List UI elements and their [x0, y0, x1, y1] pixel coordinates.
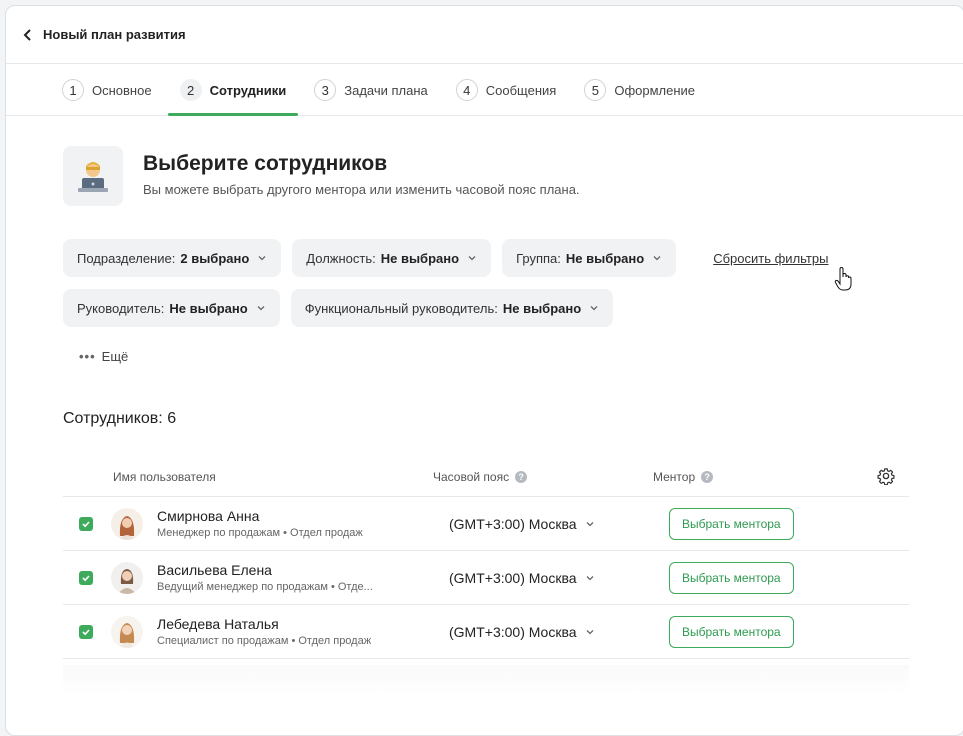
filter-functional-manager[interactable]: Функциональный руководитель: Не выбрано	[290, 289, 614, 327]
employee-name: Лебедева Наталья	[157, 616, 279, 632]
filter-label: Подразделение:	[77, 250, 176, 266]
filter-department[interactable]: Подразделение: 2 выбрано	[63, 239, 282, 277]
question-icon[interactable]: ?	[515, 471, 528, 483]
row-checkbox[interactable]	[79, 624, 93, 639]
row-checkbox[interactable]	[79, 516, 93, 531]
step-label: Сотрудники	[209, 82, 287, 98]
tab-step-2[interactable]: 2 Сотрудники	[167, 65, 299, 116]
header-mentor: Ментор	[653, 470, 696, 484]
timezone-select[interactable]: (GMT+3:00) Москва	[449, 570, 669, 586]
timezone-value: (GMT+3:00) Москва	[449, 623, 577, 640]
employee-name: Смирнова Анна	[157, 508, 260, 524]
timezone-select[interactable]: (GMT+3:00) Москва	[449, 516, 669, 532]
step-number: 1	[62, 79, 84, 101]
table-fade	[63, 665, 909, 695]
chevron-down-icon	[256, 303, 266, 313]
filter-position[interactable]: Должность: Не выбрано	[292, 239, 492, 277]
chevron-down-icon	[585, 627, 595, 637]
table-header: Имя пользователя Часовой пояс ? Ментор ?	[63, 458, 909, 497]
question-icon[interactable]: ?	[701, 471, 714, 483]
table-row: Лебедева Наталья Специалист по продажам …	[63, 605, 909, 659]
reset-filters-link[interactable]: Сбросить фильтры	[713, 251, 828, 266]
page-title: Новый план развития	[43, 27, 186, 42]
gear-icon[interactable]	[877, 467, 895, 488]
step-number: 2	[179, 79, 202, 101]
section-header: Выберите сотрудников Вы можете выбрать д…	[63, 146, 580, 206]
tab-step-4[interactable]: 4 Сообщения	[444, 65, 569, 115]
table-row: Васильева Елена Ведущий менеджер по прод…	[63, 551, 909, 605]
select-mentor-button[interactable]: Выбрать ментора	[669, 561, 794, 594]
more-filters-button[interactable]: ••• Ещё	[79, 349, 128, 364]
header-name: Имя пользователя	[113, 470, 216, 484]
employee-table: Имя пользователя Часовой пояс ? Ментор ?	[63, 458, 909, 659]
avatar	[111, 507, 143, 540]
tab-step-1[interactable]: 1 Основное	[50, 65, 164, 115]
tab-step-3[interactable]: 3 Задачи плана	[302, 65, 440, 115]
employee-role: Ведущий менеджер по продажам • Отде...	[157, 581, 373, 593]
select-mentor-button[interactable]: Выбрать ментора	[669, 507, 794, 540]
timezone-select[interactable]: (GMT+3:00) Москва	[449, 624, 669, 640]
avatar	[111, 615, 143, 648]
employee-role: Менеджер по продажам • Отдел продаж	[157, 527, 363, 539]
filter-label: Функциональный руководитель:	[304, 300, 498, 316]
table-row: Смирнова Анна Менеджер по продажам • Отд…	[63, 497, 909, 551]
step-label: Оформление	[614, 82, 696, 98]
filter-value: 2 выбрано	[180, 250, 250, 266]
timezone-value: (GMT+3:00) Москва	[449, 569, 577, 586]
filter-manager[interactable]: Руководитель: Не выбрано	[63, 289, 280, 327]
hand-pointer-icon	[834, 266, 854, 296]
employee-count: Сотрудников: 6	[63, 410, 177, 427]
main-card: Новый план развития 1 Основное 2 Сотрудн…	[5, 5, 963, 736]
tab-step-5[interactable]: 5 Оформление	[572, 65, 707, 115]
filters: Подразделение: 2 выбрано Должность: Не в…	[63, 239, 923, 339]
laptop-worker-icon	[63, 146, 123, 206]
chevron-down-icon	[467, 253, 477, 263]
more-dots-icon: •••	[79, 349, 96, 364]
employee-role: Специалист по продажам • Отдел продаж	[157, 635, 372, 647]
row-checkbox[interactable]	[79, 570, 93, 585]
more-label: Ещё	[101, 349, 129, 364]
avatar	[111, 561, 143, 594]
section-title: Выберите сотрудников	[143, 152, 388, 175]
top-bar: Новый план развития	[6, 6, 963, 64]
filter-value: Не выбрано	[565, 250, 645, 266]
step-label: Сообщения	[485, 82, 557, 98]
step-number: 3	[314, 79, 337, 101]
chevron-down-icon	[652, 253, 662, 263]
header-timezone: Часовой пояс	[433, 470, 510, 484]
chevron-down-icon	[589, 303, 599, 313]
filter-value: Не выбрано	[169, 300, 248, 316]
filter-value: Не выбрано	[380, 250, 460, 266]
step-number: 5	[584, 79, 607, 101]
stepper: 1 Основное 2 Сотрудники 3 Задачи плана 4…	[6, 64, 963, 116]
chevron-down-icon	[257, 253, 267, 263]
step-label: Задачи плана	[344, 82, 428, 98]
section-subtitle: Вы можете выбрать другого ментора или из…	[143, 182, 580, 197]
select-mentor-button[interactable]: Выбрать ментора	[669, 615, 794, 648]
step-number: 4	[455, 79, 478, 101]
filter-label: Должность:	[306, 250, 376, 266]
employee-name: Васильева Елена	[157, 562, 272, 578]
filter-value: Не выбрано	[502, 300, 582, 316]
step-label: Основное	[92, 82, 152, 98]
filter-label: Руководитель:	[77, 300, 165, 316]
filter-label: Группа:	[516, 250, 561, 266]
filter-group[interactable]: Группа: Не выбрано	[502, 239, 677, 277]
chevron-down-icon	[585, 573, 595, 583]
chevron-down-icon	[585, 519, 595, 529]
back-icon[interactable]	[21, 28, 35, 42]
timezone-value: (GMT+3:00) Москва	[449, 515, 577, 532]
